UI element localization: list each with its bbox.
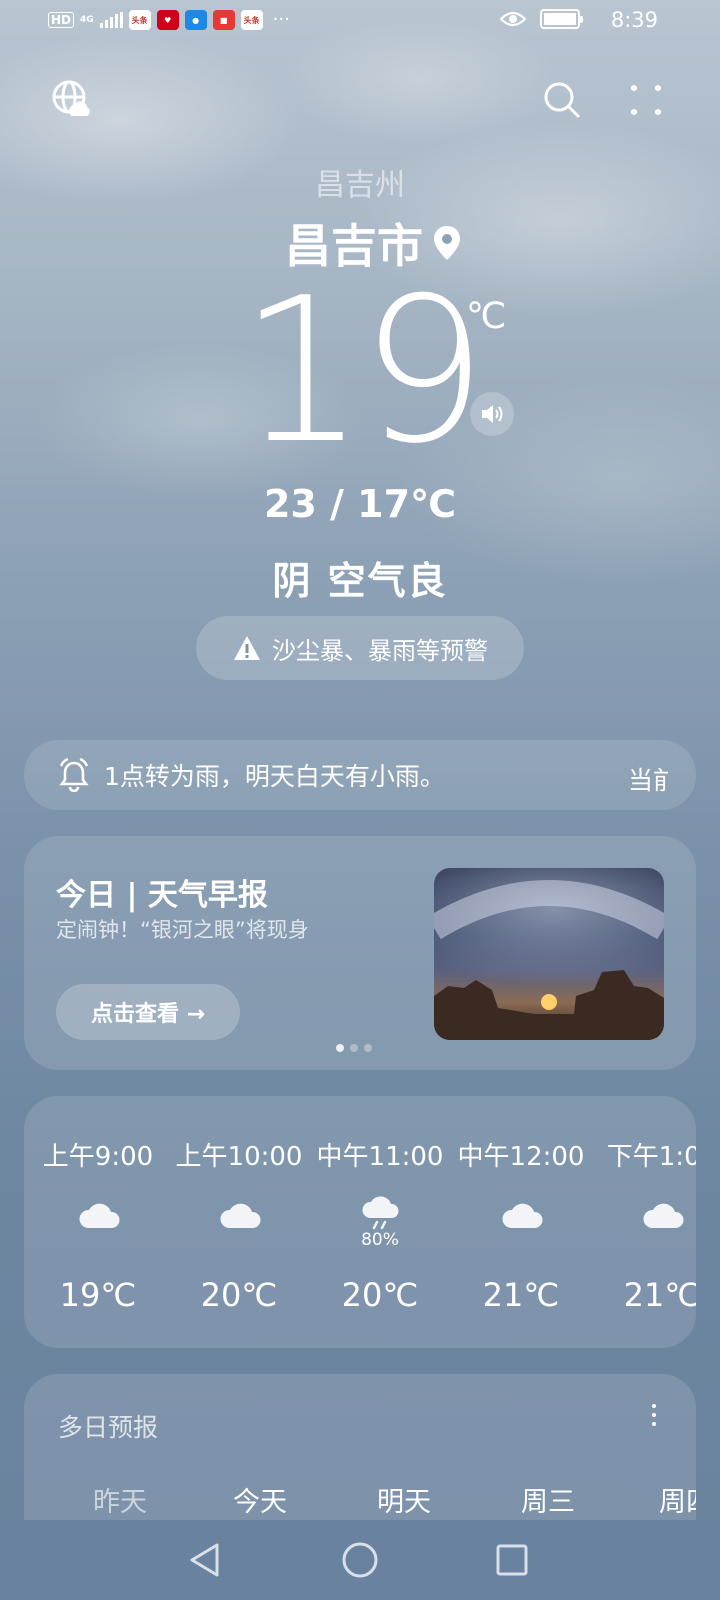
photo-landscape-illustration <box>434 880 664 1040</box>
city-manage-button[interactable] <box>48 76 94 122</box>
hour-temperature: 21℃ <box>482 1276 560 1314</box>
high-low-temperature: 23 / 17℃ <box>263 482 457 526</box>
cloudy-icon <box>217 1194 265 1234</box>
day-label[interactable]: 今天 <box>200 1480 320 1519</box>
weather-brief-card[interactable]: 今日 | 天气早报 定闹钟！“银河之眼”将现身 点击查看 → <box>24 836 696 1070</box>
speaker-icon <box>482 405 503 423</box>
signal-icon <box>99 12 123 28</box>
hour-time: 下午1:00 <box>606 1142 696 1172</box>
milky-way-photo[interactable] <box>434 868 664 1040</box>
blue-app-icon: ● <box>184 10 207 30</box>
temperature-unit: ℃ <box>466 296 507 337</box>
weather-alert-button[interactable]: 沙尘暴、暴雨等预警 <box>196 616 524 680</box>
navigation-bar <box>0 1520 720 1600</box>
day-label[interactable]: 昨天 <box>60 1480 180 1519</box>
hour-time: 上午9:00 <box>42 1142 154 1172</box>
hour-temperature: 19℃ <box>59 1276 137 1314</box>
home-button[interactable] <box>338 1538 382 1582</box>
view-brief-button[interactable]: 点击查看 → <box>56 984 240 1040</box>
alarm-bell-icon <box>59 758 89 792</box>
region-name: 昌吉州 <box>315 168 405 203</box>
back-triangle-icon <box>190 1543 219 1577</box>
current-temperature: 19 <box>238 255 488 488</box>
warning-icon <box>234 636 260 660</box>
view-brief-label: 点击查看 → <box>90 1002 206 1027</box>
hd-indicator: HD <box>48 12 75 28</box>
globe-cloud-icon <box>52 80 90 116</box>
hour-temperature: 20℃ <box>341 1276 419 1314</box>
more-notifications-icon: ··· <box>272 9 290 30</box>
carousel-indicator <box>336 1044 372 1052</box>
toutiao-app-icon-2: 头条 <box>240 10 263 30</box>
cloudy-icon <box>499 1194 547 1234</box>
brief-subtitle: 定闹钟！“银河之眼”将现身 <box>56 918 309 942</box>
heart-app-icon: ♥ <box>156 10 179 30</box>
precipitation-probability: 80% <box>361 1230 399 1250</box>
hour-time: 中午11:00 <box>316 1142 444 1172</box>
day-label[interactable]: 明天 <box>344 1480 464 1519</box>
voice-broadcast-button[interactable] <box>470 392 514 436</box>
hourly-forecast-card[interactable]: 上午9:00 19℃ 上午10:00 20℃ 中午11:00 80% 20℃ 中午12:00 2… <box>24 1096 696 1348</box>
status-bar: HD 4G 头条 ♥ ● ■ 头条 ··· 8:39 <box>0 0 720 44</box>
hour-time: 中午12:00 <box>457 1142 585 1172</box>
notice-trailing-text: 当前 <box>628 766 668 795</box>
search-button[interactable] <box>540 78 584 122</box>
network-type: 4G <box>80 14 94 25</box>
day-label[interactable]: 周三 <box>488 1480 608 1519</box>
hour-time: 上午10:00 <box>175 1142 303 1172</box>
recents-square-icon <box>496 1544 528 1576</box>
more-menu-button[interactable] <box>624 78 668 122</box>
hour-temperature: 21℃ <box>623 1276 696 1314</box>
weather-condition: 阴 空气良 <box>272 559 448 603</box>
search-icon <box>544 82 580 118</box>
rain-icon <box>358 1194 406 1234</box>
brief-title: 今日 | 天气早报 <box>56 878 268 913</box>
notice-text: 1点转为雨，明天白天有小雨。 <box>104 762 445 791</box>
hour-temperature: 20℃ <box>200 1276 278 1314</box>
alert-text: 沙尘暴、暴雨等预警 <box>272 636 488 665</box>
daily-forecast-title: 多日预报 <box>58 1413 159 1442</box>
recents-button[interactable] <box>490 1538 534 1582</box>
precipitation-notice[interactable]: 1点转为雨，明天白天有小雨。 当前 <box>24 740 696 810</box>
cloudy-icon <box>76 1194 124 1234</box>
battery-icon <box>540 9 583 29</box>
home-circle-icon <box>342 1542 378 1578</box>
cloudy-icon <box>640 1194 688 1234</box>
more-dots-icon <box>631 85 661 115</box>
clock: 8:39 <box>610 8 658 32</box>
toutiao-app-icon: 头条 <box>128 10 151 30</box>
day-label[interactable]: 周四 <box>626 1480 696 1519</box>
back-button[interactable] <box>182 1538 226 1582</box>
eye-comfort-icon <box>500 11 526 27</box>
daily-more-icon[interactable] <box>652 1404 656 1426</box>
book-app-icon: ■ <box>212 10 235 30</box>
